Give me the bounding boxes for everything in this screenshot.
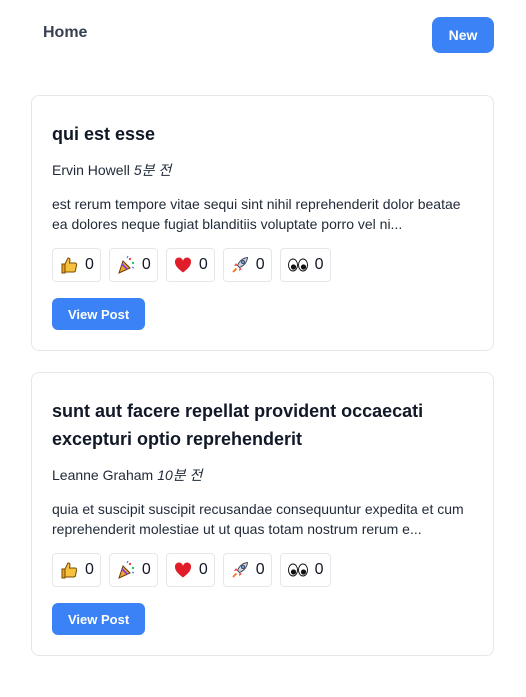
reaction-count: 0 (141, 256, 151, 273)
reaction-count: 0 (255, 561, 265, 578)
post-card: sunt aut facere repellat provident occae… (31, 372, 494, 656)
eyes-icon (287, 560, 309, 580)
reaction-heart-button[interactable]: 0 (165, 553, 215, 587)
reaction-eyes-button[interactable]: 0 (279, 248, 331, 282)
reaction-count: 0 (198, 256, 208, 273)
post-excerpt: quia et suscipit suscipit recusandae con… (52, 501, 464, 537)
post-meta: Ervin Howell 5분 전 (52, 160, 473, 180)
reaction-count: 0 (314, 561, 324, 578)
rocket-icon (230, 560, 250, 580)
post-meta: Leanne Graham 10분 전 (52, 465, 473, 485)
reaction-rocket-button[interactable]: 0 (222, 248, 272, 282)
reaction-party-button[interactable]: 0 (108, 248, 158, 282)
new-post-button[interactable]: New (432, 17, 494, 53)
thumbs-up-icon (59, 255, 79, 275)
reaction-eyes-button[interactable]: 0 (279, 553, 331, 587)
party-popper-icon (116, 255, 136, 275)
reaction-count: 0 (141, 561, 151, 578)
reaction-count: 0 (85, 561, 94, 578)
reaction-rocket-button[interactable]: 0 (222, 553, 272, 587)
reaction-count: 0 (314, 256, 324, 273)
post-list: qui est esse Ervin Howell 5분 전 est rerum … (31, 95, 494, 677)
reaction-heart-button[interactable]: 0 (165, 248, 215, 282)
heart-icon (173, 255, 193, 275)
post-time: 10분 전 (157, 467, 203, 483)
reaction-bar: 0 0 0 0 0 (52, 248, 473, 282)
reaction-thumbs-up-button[interactable]: 0 (52, 553, 101, 587)
post-author: Leanne Graham (52, 467, 154, 483)
app-header: Home New (0, 0, 526, 72)
rocket-icon (230, 255, 250, 275)
party-popper-icon (116, 560, 136, 580)
thumbs-up-icon (59, 560, 79, 580)
view-post-button[interactable]: View Post (52, 298, 146, 330)
post-author: Ervin Howell (52, 162, 130, 178)
eyes-icon (287, 255, 309, 275)
post-card: qui est esse Ervin Howell 5분 전 est rerum … (31, 95, 494, 351)
post-title: qui est esse (52, 124, 156, 144)
reaction-bar: 0 0 0 0 0 (52, 553, 473, 587)
reaction-count: 0 (85, 256, 94, 273)
post-excerpt: est rerum tempore vitae sequi sint nihil… (52, 196, 461, 232)
post-time: 5분 전 (133, 162, 172, 178)
reaction-count: 0 (198, 561, 208, 578)
view-post-button[interactable]: View Post (52, 603, 146, 635)
post-title: sunt aut facere repellat provident occae… (52, 401, 424, 449)
home-link[interactable]: Home (43, 24, 87, 42)
reaction-thumbs-up-button[interactable]: 0 (52, 248, 101, 282)
reaction-count: 0 (255, 256, 265, 273)
heart-icon (173, 560, 193, 580)
reaction-party-button[interactable]: 0 (108, 553, 158, 587)
